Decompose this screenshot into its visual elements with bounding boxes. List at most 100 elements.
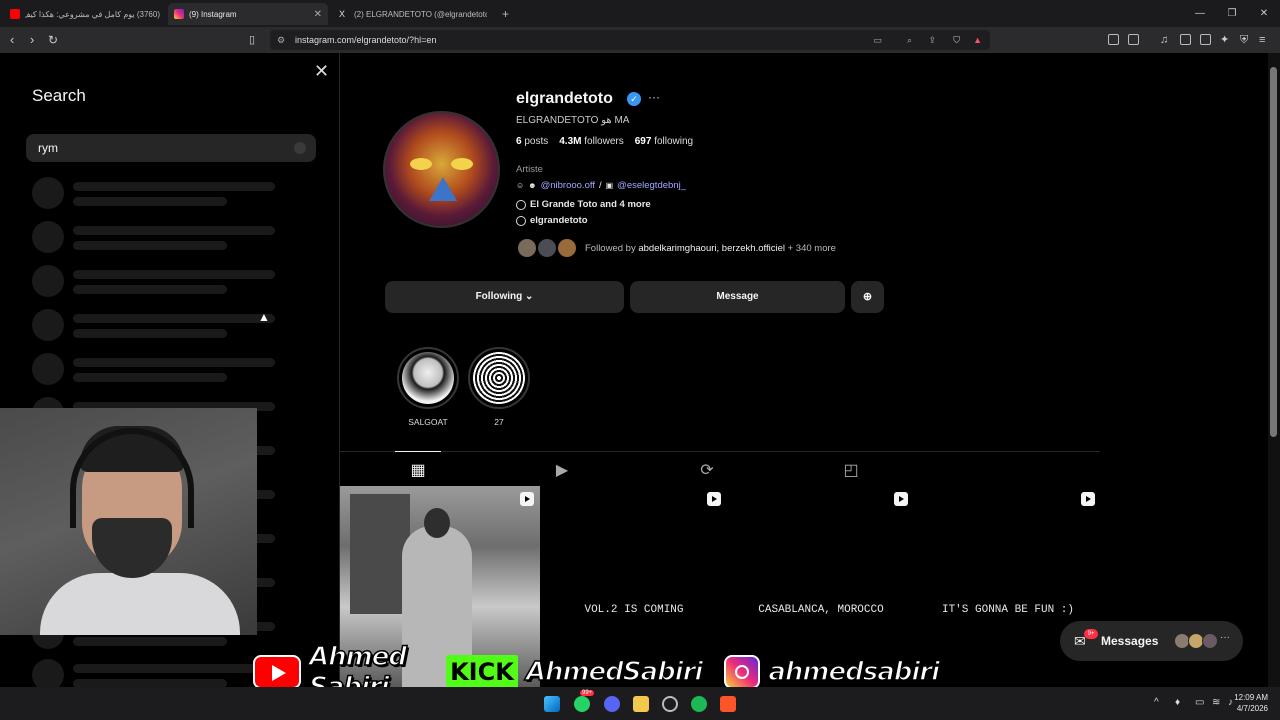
- message-button[interactable]: Message: [630, 281, 845, 313]
- discord-icon[interactable]: [604, 696, 620, 712]
- back-icon[interactable]: ‹: [10, 32, 14, 48]
- highlight-label: SALGOAT: [408, 417, 448, 427]
- tagged-icon[interactable]: ◰: [841, 460, 861, 480]
- avatar-art: [410, 158, 432, 170]
- obs-icon[interactable]: [662, 696, 678, 712]
- sidebar-icon[interactable]: [1180, 34, 1191, 45]
- clock-date: 4/7/2026: [1236, 704, 1268, 713]
- verified-badge-icon: ✓: [627, 92, 641, 106]
- profile-username: elgrandetoto: [516, 90, 613, 107]
- reposts-icon[interactable]: ⟳: [697, 460, 717, 480]
- scrollbar-thumb[interactable]: [1270, 67, 1277, 437]
- instagram-page: Search ✕ ▲ elgrandetoto ✓ ··· ELGRANDETO…: [0, 53, 1268, 687]
- leo-ai-icon[interactable]: ✦: [1220, 32, 1229, 48]
- bio-link-eselegt[interactable]: @eselegtdebnj_: [617, 180, 686, 191]
- forward-icon[interactable]: ›: [30, 32, 34, 48]
- post-image: [424, 508, 450, 538]
- maximize-icon[interactable]: ❐: [1216, 0, 1248, 27]
- brave-shield-icon[interactable]: ⛉: [953, 30, 960, 50]
- unread-badge: 9+: [1084, 629, 1098, 639]
- highlight-27[interactable]: 27: [468, 347, 530, 427]
- following-button[interactable]: Following ⌄: [385, 281, 624, 313]
- highlight-salgoat[interactable]: SALGOAT: [397, 347, 459, 427]
- search-input[interactable]: [26, 134, 316, 162]
- profile-stats: 6 posts 4.3M followers 697 following: [516, 136, 693, 147]
- x-favicon-icon: X: [339, 9, 346, 19]
- minimize-icon[interactable]: —: [1184, 0, 1216, 27]
- cast-icon[interactable]: ▭: [873, 30, 882, 50]
- brave-rewards-icon[interactable]: ▲: [973, 30, 982, 50]
- messages-button[interactable]: ✉ 9+ Messages ···: [1060, 621, 1243, 661]
- threads-link-text: elgrandetoto: [530, 215, 588, 226]
- profile-avatar[interactable]: [383, 111, 500, 228]
- loading-result: [32, 265, 292, 301]
- tab-instagram[interactable]: (9) Instagram ✕: [168, 3, 328, 25]
- tab-label: (2) ELGRANDETOTO (@elgrandetoto) /: [354, 9, 487, 19]
- active-tab-indicator: [395, 451, 441, 452]
- reel-icon: [1081, 492, 1095, 506]
- whatsapp-badge: 99+: [580, 690, 595, 696]
- spotify-icon[interactable]: [691, 696, 707, 712]
- alien-emoji-icon: ☻: [528, 181, 537, 190]
- add-user-icon[interactable]: ⊕: [851, 281, 884, 313]
- music-icon[interactable]: ♫: [1160, 32, 1168, 48]
- microphone-icon[interactable]: ♦: [1175, 697, 1180, 708]
- more-options-icon[interactable]: ···: [648, 90, 660, 104]
- facebook-link-text: El Grande Toto and 4 more: [530, 199, 651, 210]
- system-clock[interactable]: 12:09 AM 4/7/2026: [1234, 692, 1268, 714]
- posts-stat: 6 posts: [516, 136, 549, 147]
- new-tab-button[interactable]: +: [496, 3, 516, 25]
- wifi-icon[interactable]: ≋: [1212, 697, 1220, 708]
- tab-label: (9) Instagram: [189, 9, 237, 19]
- close-window-icon[interactable]: ✕: [1248, 0, 1280, 27]
- file-explorer-icon[interactable]: [633, 696, 649, 712]
- tray-chevron-icon[interactable]: ^: [1154, 697, 1159, 708]
- posts-grid-icon[interactable]: ▦: [408, 460, 428, 480]
- reels-icon[interactable]: ▶: [552, 460, 572, 480]
- share-icon[interactable]: ⇪: [928, 30, 936, 50]
- following-stat[interactable]: 697 following: [635, 136, 693, 147]
- profile-full-name: ELGRANDETOTO هو MA: [516, 115, 630, 126]
- page-scrollbar[interactable]: [1268, 53, 1280, 687]
- webcam-person: [40, 573, 240, 635]
- zoom-icon[interactable]: ⌕: [907, 30, 912, 50]
- bookmark-icon[interactable]: ▯: [249, 32, 255, 48]
- extensions-icon[interactable]: [1108, 34, 1119, 45]
- volume-icon[interactable]: ♪: [1228, 697, 1233, 708]
- facebook-link[interactable]: El Grande Toto and 4 more: [516, 199, 651, 210]
- clear-search-icon[interactable]: [294, 142, 306, 154]
- followed-by-text[interactable]: Followed by abdelkarimghaouri, berzekh.o…: [585, 243, 836, 254]
- close-tab-icon[interactable]: ✕: [314, 9, 322, 20]
- tab-x[interactable]: X (2) ELGRANDETOTO (@elgrandetoto) /: [333, 3, 493, 25]
- more-icon[interactable]: ···: [1220, 632, 1230, 643]
- tab-youtube[interactable]: (3760) يوم كامل في مشروعي: هكذا كيف: [4, 3, 166, 25]
- display-icon[interactable]: ▭: [1195, 697, 1204, 708]
- url-text: instagram.com/elgrandetoto/?hl=en: [295, 35, 437, 45]
- messages-label: Messages: [1101, 634, 1159, 648]
- bio-link-nibrooo[interactable]: @nibrooo.off: [541, 180, 595, 191]
- vpn-icon[interactable]: ⛨: [1240, 32, 1248, 48]
- post-caption: CASABLANCA, MOROCCO: [758, 604, 884, 616]
- brave-icon[interactable]: [720, 696, 736, 712]
- avatar-art: [451, 158, 473, 170]
- wallet-icon[interactable]: [1128, 34, 1139, 45]
- reload-icon[interactable]: ↻: [48, 32, 58, 48]
- reel-icon: [707, 492, 721, 506]
- mouse-cursor-icon: ▲: [258, 310, 270, 324]
- bio-separator: /: [598, 180, 602, 191]
- highlight-cover: [402, 352, 454, 404]
- browser-tab-bar: (3760) يوم كامل في مشروعي: هكذا كيف (9) …: [0, 0, 1280, 27]
- threads-icon: [516, 215, 526, 226]
- menu-icon[interactable]: ≡: [1259, 32, 1265, 48]
- site-info-icon[interactable]: ⚙: [277, 30, 285, 50]
- windows-start-icon[interactable]: [544, 696, 560, 712]
- address-bar[interactable]: ⚙ instagram.com/elgrandetoto/?hl=en ▭ ⌕ …: [270, 30, 990, 50]
- followers-stat[interactable]: 4.3M followers: [559, 136, 623, 147]
- avatar: [556, 237, 578, 259]
- post-caption: VOL.2 IS COMING: [584, 604, 684, 616]
- close-icon[interactable]: ✕: [314, 61, 329, 82]
- whatsapp-icon[interactable]: [574, 696, 590, 712]
- wallet2-icon[interactable]: [1200, 34, 1211, 45]
- threads-link[interactable]: elgrandetoto: [516, 215, 588, 226]
- chevron-down-icon: ⌄: [525, 291, 534, 302]
